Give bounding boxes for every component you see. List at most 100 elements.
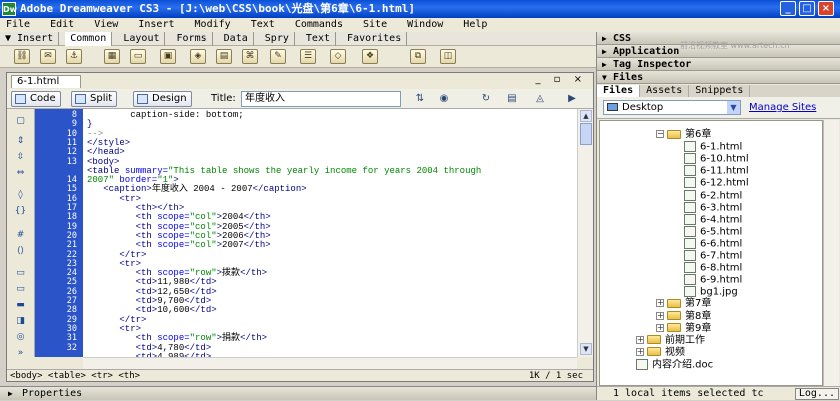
refresh-icon[interactable]: ↻ (477, 92, 495, 106)
tab-files[interactable]: Files (597, 85, 641, 97)
code-horizontal-scrollbar[interactable] (83, 357, 577, 369)
expand-plus-icon[interactable]: + (636, 335, 644, 344)
expand-plus-icon[interactable]: + (656, 323, 664, 332)
tree-file[interactable]: 6-1.html (684, 141, 742, 153)
tree-file[interactable]: 6-12.html (684, 177, 749, 189)
menu-help[interactable]: Help (463, 19, 487, 30)
document-tab[interactable]: 6-1.html (11, 75, 81, 88)
visual-aids-icon[interactable]: ◬ (531, 92, 549, 106)
title-input[interactable]: 年度收入 (241, 91, 401, 107)
tree-folder[interactable]: − 第6章 (656, 129, 711, 141)
menu-modify[interactable]: Modify (195, 19, 231, 30)
date-icon[interactable]: ▤ (216, 49, 232, 64)
tree-file[interactable]: 6-11.html (684, 165, 749, 177)
tab-layout[interactable]: Layout (118, 32, 166, 46)
collapse-selection-icon[interactable]: ⇳ (13, 151, 28, 164)
tab-data[interactable]: Data (219, 32, 254, 46)
email-link-icon[interactable]: ✉ (40, 49, 56, 64)
window-title-bar[interactable]: Dw Adobe Dreamweaver CS3 - [J:\web\CSS\b… (0, 0, 840, 18)
tab-snippets[interactable]: Snippets (689, 85, 751, 97)
code-vertical-scrollbar[interactable]: ▲ ▼ (577, 109, 593, 357)
tree-file[interactable]: 6-4.html (684, 213, 742, 226)
menu-insert[interactable]: Insert (138, 19, 174, 30)
tab-text[interactable]: Text (301, 32, 336, 46)
menu-commands[interactable]: Commands (295, 19, 343, 30)
toolbar-arrow-icon[interactable]: ▶ (563, 92, 581, 106)
menu-site[interactable]: Site (363, 19, 387, 30)
tree-file[interactable]: 6-3.html (684, 201, 742, 214)
image-icon[interactable]: ▣ (160, 49, 176, 64)
tree-folder[interactable]: + 第9章 (656, 323, 711, 335)
code-view-button[interactable]: Code (11, 91, 61, 107)
menu-view[interactable]: View (94, 19, 118, 30)
comment-icon[interactable]: ✎ (270, 49, 286, 64)
file-management-icon[interactable]: ⇅ (411, 92, 429, 106)
tab-forms[interactable]: Forms (172, 32, 213, 46)
collapse-tag-icon[interactable]: ⇕ (13, 135, 28, 148)
menu-edit[interactable]: Edit (50, 19, 74, 30)
select-parent-tag-icon[interactable]: ◊ (13, 189, 28, 202)
server-side-include-icon[interactable]: ⌘ (242, 49, 258, 64)
recent-snippets-icon[interactable]: ◨ (13, 315, 28, 328)
div-icon[interactable]: ▭ (130, 49, 146, 64)
hyperlink-icon[interactable]: ⛓ (14, 49, 30, 64)
code-editor[interactable]: caption-side: bottom;} --> </style> </head>… (83, 109, 577, 357)
tree-file[interactable]: 6-8.html (684, 262, 742, 274)
panel-tag-inspector[interactable]: ▶ Tag Inspector (597, 58, 840, 71)
tree-folder[interactable]: + 前期工作 (636, 335, 705, 347)
tree-file[interactable]: 6-7.html (684, 250, 742, 262)
expand-all-icon[interactable]: ⇔ (13, 167, 28, 180)
expand-plus-icon[interactable]: + (636, 347, 644, 356)
file-tree-scrollbar[interactable] (823, 120, 839, 386)
close-button[interactable]: × (818, 1, 834, 16)
open-documents-icon[interactable]: ▢ (13, 115, 28, 128)
tree-file[interactable]: 6-9.html (684, 274, 742, 286)
wrap-tag-icon[interactable]: ▬ (13, 299, 28, 312)
tree-file[interactable]: 内容介绍.doc (636, 358, 713, 371)
highlight-invalid-code-icon[interactable]: ⟨⟩ (13, 245, 28, 258)
tree-folder[interactable]: + 视频 (636, 347, 685, 359)
named-anchor-icon[interactable]: ⚓ (66, 49, 82, 64)
scroll-up-icon[interactable]: ▲ (580, 110, 592, 122)
line-numbers-icon[interactable]: # (13, 229, 28, 242)
tree-file[interactable]: bg1.jpg (684, 286, 738, 298)
head-icon[interactable]: ☰ (300, 49, 316, 64)
maximize-button[interactable]: □ (799, 1, 815, 16)
tree-file[interactable]: 6-10.html (684, 153, 749, 165)
indent-code-icon[interactable]: ◎ (13, 331, 28, 344)
script-icon[interactable]: ◇ (330, 49, 346, 64)
tab-favorites[interactable]: Favorites (342, 32, 408, 46)
manage-sites-link[interactable]: Manage Sites (749, 102, 816, 113)
media-icon[interactable]: ◈ (190, 49, 206, 64)
menu-text[interactable]: Text (251, 19, 275, 30)
insert-bar-toggle[interactable]: ▼ Insert (0, 32, 60, 46)
properties-panel-header[interactable]: ▶ Properties (0, 386, 596, 400)
tag-icon[interactable]: ◫ (440, 49, 456, 64)
table-icon[interactable]: ▦ (104, 49, 120, 64)
templates-icon[interactable]: ❖ (362, 49, 378, 64)
tag-selector[interactable]: <body> <table> <tr> <th> (10, 370, 140, 382)
tab-common[interactable]: Common (65, 32, 113, 46)
balance-braces-icon[interactable]: {} (13, 205, 28, 218)
document-window-controls[interactable]: _ ▫ × (535, 74, 587, 85)
site-select[interactable]: Desktop ▼ (603, 100, 741, 115)
tree-folder[interactable]: + 第7章 (656, 298, 711, 310)
menu-file[interactable]: File (6, 19, 30, 30)
expand-plus-icon[interactable]: + (656, 299, 664, 308)
scroll-thumb[interactable] (580, 123, 592, 145)
collapse-minus-icon[interactable]: − (656, 130, 664, 138)
tag-chooser-icon[interactable]: ⧉ (410, 49, 426, 64)
design-view-button[interactable]: Design (133, 91, 192, 107)
tab-spry[interactable]: Spry (260, 32, 295, 46)
log-button[interactable]: Log... (794, 388, 839, 400)
tree-file[interactable]: 6-6.html (684, 237, 742, 250)
scroll-down-icon[interactable]: ▼ (580, 343, 592, 355)
more-tools-chevron-icon[interactable]: » (13, 347, 28, 360)
tree-folder[interactable]: + 第8章 (656, 311, 711, 323)
preview-in-browser-icon[interactable]: ◉ (435, 92, 453, 106)
apply-comment-icon[interactable]: ▭ (13, 267, 28, 280)
view-options-icon[interactable]: ▤ (503, 92, 521, 106)
tree-file[interactable]: 6-5.html (684, 225, 742, 238)
menu-window[interactable]: Window (407, 19, 443, 30)
panel-files[interactable]: ▼ Files (597, 71, 840, 84)
